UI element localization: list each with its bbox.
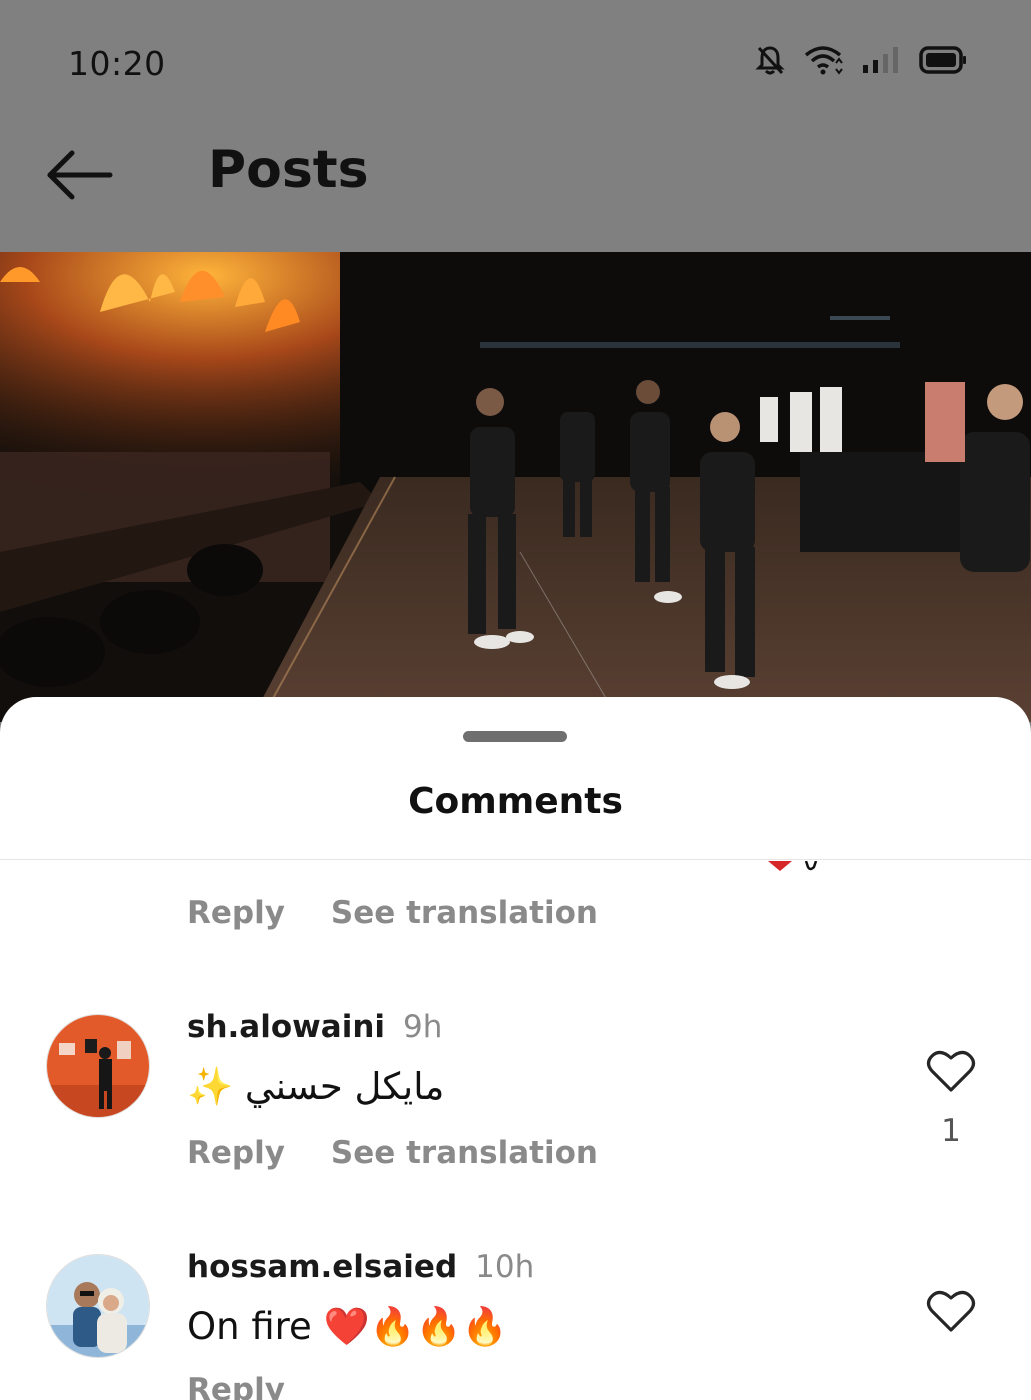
heart-outline-icon — [926, 1290, 976, 1332]
comment-actions: Reply See translation — [187, 1135, 598, 1171]
reply-button[interactable]: Reply — [187, 1372, 285, 1400]
comment-text: مايكل حسني ✨ — [187, 1065, 445, 1108]
reply-button[interactable]: Reply — [187, 895, 285, 931]
heart-emoji — [768, 860, 820, 879]
status-icons — [755, 44, 967, 76]
drag-handle[interactable] — [463, 731, 567, 742]
wifi-icon — [803, 45, 843, 75]
avatar[interactable] — [46, 1254, 150, 1358]
post-video[interactable] — [0, 252, 1031, 722]
see-translation-button[interactable]: See translation — [331, 1135, 598, 1171]
back-button[interactable] — [44, 146, 116, 204]
comment-actions: Reply — [187, 1372, 285, 1400]
comment-time: 10h — [475, 1249, 535, 1285]
page-title: Posts — [208, 140, 369, 200]
like-button[interactable] — [926, 1049, 976, 1093]
status-time: 10:20 — [68, 44, 166, 83]
bell-muted-icon — [755, 44, 785, 76]
comment-text: On fire ❤️🔥🔥🔥 — [187, 1305, 508, 1348]
comment-actions: Reply See translation — [187, 895, 598, 931]
avatar[interactable] — [46, 1014, 150, 1118]
comment-username[interactable]: sh.alowaini — [187, 1009, 385, 1045]
see-translation-button[interactable]: See translation — [331, 895, 598, 931]
comment-meta: hossam.elsaied 10h — [187, 1249, 534, 1285]
top-bar: 10:20 Posts — [0, 0, 1031, 252]
divider — [0, 859, 1031, 860]
signal-icon — [861, 45, 901, 75]
comments-sheet: Comments Reply See translation sh.alowai… — [0, 697, 1031, 1400]
comment-username[interactable]: hossam.elsaied — [187, 1249, 457, 1285]
like-count: 1 — [941, 1113, 961, 1149]
reply-button[interactable]: Reply — [187, 1135, 285, 1171]
battery-icon — [919, 45, 967, 75]
comments-title: Comments — [408, 781, 623, 822]
arrow-left-icon — [47, 150, 113, 200]
comment-time: 9h — [403, 1009, 443, 1045]
like-button[interactable] — [926, 1289, 976, 1333]
comment-meta: sh.alowaini 9h — [187, 1009, 442, 1045]
heart-outline-icon — [926, 1050, 976, 1092]
